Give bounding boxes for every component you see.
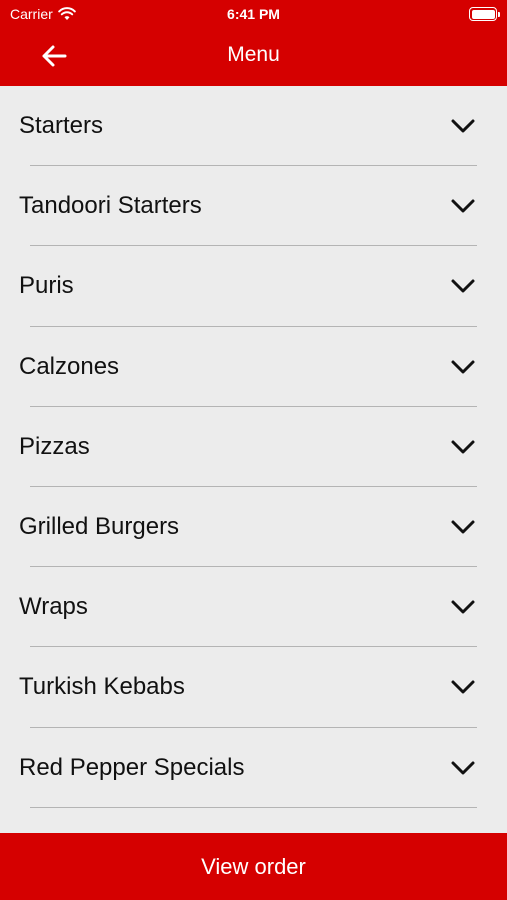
menu-category-list: Starters Tandoori Starters Puris Calzones Pi… bbox=[0, 86, 507, 808]
menu-category-label: Pizzas bbox=[19, 432, 90, 460]
menu-category-row[interactable]: Puris bbox=[0, 246, 507, 327]
app: Carrier 6:41 PM Menu Starters Tandoori St… bbox=[0, 0, 507, 900]
row-divider bbox=[30, 806, 477, 808]
chevron-down-icon[interactable] bbox=[449, 274, 477, 298]
chevron-down-icon[interactable] bbox=[449, 756, 477, 780]
menu-category-label: Turkish Kebabs bbox=[19, 673, 185, 701]
chevron-down-icon[interactable] bbox=[449, 114, 477, 138]
menu-category-row[interactable]: Grilled Burgers bbox=[0, 487, 507, 568]
menu-category-row[interactable]: Starters bbox=[0, 86, 507, 167]
chevron-down-icon[interactable] bbox=[449, 435, 477, 459]
menu-category-label: Grilled Burgers bbox=[19, 512, 180, 540]
top-bar: Carrier 6:41 PM Menu bbox=[0, 0, 507, 86]
menu-category-label: Starters bbox=[19, 112, 104, 139]
menu-category-row[interactable]: Pizzas bbox=[0, 407, 507, 487]
menu-category-label: Calzones bbox=[19, 352, 120, 380]
chevron-down-icon[interactable] bbox=[449, 515, 477, 539]
menu-category-row[interactable]: Wraps bbox=[0, 567, 507, 648]
page-title: Menu bbox=[227, 43, 280, 66]
chevron-down-icon[interactable] bbox=[449, 194, 477, 218]
menu-category-label: Red Pepper Specials bbox=[19, 753, 245, 781]
menu-category-row[interactable]: Calzones bbox=[0, 327, 507, 407]
menu-category-label: Wraps bbox=[19, 593, 88, 621]
menu-category-row[interactable]: Tandoori Starters bbox=[0, 166, 507, 247]
menu-category-label: Tandoori Starters bbox=[19, 192, 202, 220]
menu-category-row[interactable]: Turkish Kebabs bbox=[0, 647, 507, 728]
battery-icon bbox=[469, 7, 500, 21]
view-order-button[interactable]: View order bbox=[0, 833, 507, 900]
chevron-down-icon[interactable] bbox=[449, 675, 477, 699]
clock: 6:41 PM bbox=[227, 6, 280, 22]
nav-bar: Menu bbox=[0, 28, 507, 86]
menu-category-row[interactable]: Red Pepper Specials bbox=[0, 728, 507, 808]
status-bar: Carrier 6:41 PM bbox=[0, 0, 507, 28]
view-order-label: View order bbox=[201, 854, 306, 879]
chevron-down-icon[interactable] bbox=[449, 355, 477, 379]
menu-category-label: Puris bbox=[19, 272, 74, 300]
chevron-down-icon[interactable] bbox=[449, 595, 477, 619]
